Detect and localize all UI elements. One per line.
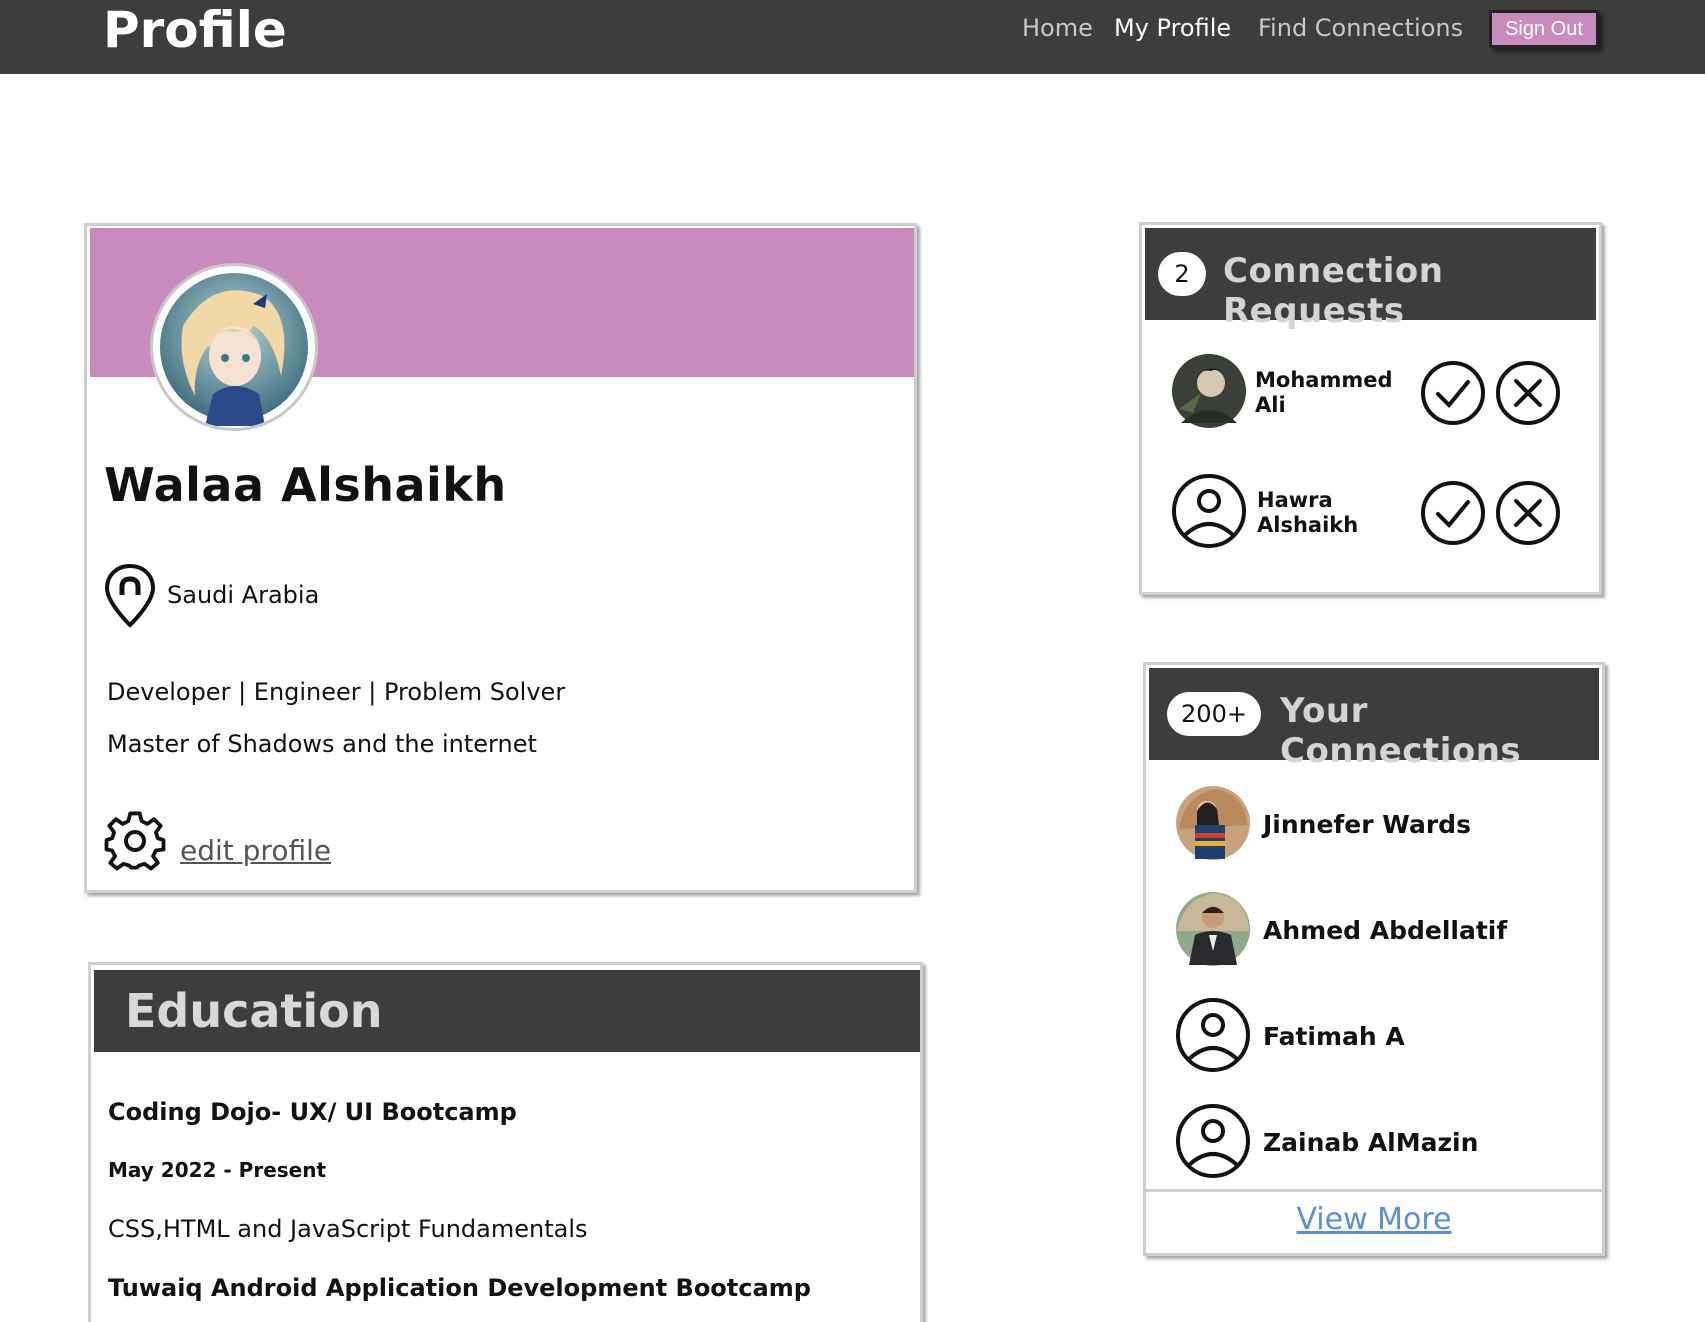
view-more-link[interactable]: View More bbox=[1146, 1202, 1602, 1237]
close-icon bbox=[1496, 361, 1560, 425]
profile-location: Saudi Arabia bbox=[167, 581, 320, 609]
top-navbar: Profile Home My Profile Find Connections… bbox=[0, 0, 1705, 74]
connection-name: Ahmed Abdellatif bbox=[1263, 916, 1508, 945]
user-placeholder-icon bbox=[1171, 473, 1247, 549]
connection-requests-header: 2 Connection Requests bbox=[1145, 228, 1596, 331]
education-school: Tuwaiq Android Application Development B… bbox=[108, 1274, 811, 1302]
check-icon bbox=[1421, 361, 1485, 425]
education-header: Education bbox=[94, 970, 920, 1052]
accept-request-button[interactable] bbox=[1420, 480, 1486, 546]
requester-name: Hawra Alshaikh bbox=[1257, 488, 1359, 537]
nav-find-connections-link[interactable]: Find Connections bbox=[1258, 13, 1463, 43]
check-icon bbox=[1421, 481, 1485, 545]
connection-count-badge: 200+ bbox=[1167, 692, 1261, 736]
close-icon bbox=[1496, 481, 1560, 545]
connection-name: Zainab AlMazin bbox=[1263, 1128, 1479, 1157]
accept-request-button[interactable] bbox=[1420, 360, 1486, 426]
request-count-badge: 2 bbox=[1158, 252, 1206, 296]
profile-bio-line-1: Developer | Engineer | Problem Solver bbox=[107, 678, 566, 706]
user-placeholder-icon bbox=[1175, 1103, 1251, 1179]
connection-name: Jinnefer Wards bbox=[1263, 810, 1471, 839]
view-more-footer: View More bbox=[1146, 1189, 1602, 1253]
your-connections-title: Your Connections bbox=[1280, 691, 1522, 771]
decline-request-button[interactable] bbox=[1495, 480, 1561, 546]
your-connections-card: 200+ Your Connections Jinnefer Wards Ahm… bbox=[1143, 662, 1605, 1256]
avatar bbox=[1171, 353, 1247, 429]
avatar bbox=[1175, 891, 1251, 967]
nav-home-link[interactable]: Home bbox=[1022, 13, 1093, 43]
location-pin-icon bbox=[104, 563, 156, 629]
profile-card: Walaa Alshaikh Saudi Arabia Developer | … bbox=[84, 223, 917, 893]
anime-avatar-image bbox=[160, 273, 308, 426]
page-title: Profile bbox=[103, 1, 287, 59]
gear-icon[interactable] bbox=[104, 810, 166, 872]
profile-avatar bbox=[150, 263, 318, 431]
avatar bbox=[1175, 785, 1251, 861]
connection-requests-card: 2 Connection Requests Mohammed Ali Hawra… bbox=[1139, 222, 1602, 595]
education-title: Education bbox=[125, 984, 383, 1038]
requester-name: Mohammed Ali bbox=[1255, 368, 1393, 417]
education-description: CSS,HTML and JavaScript Fundamentals bbox=[108, 1215, 588, 1243]
profile-name: Walaa Alshaikh bbox=[104, 458, 507, 512]
your-connections-header: 200+ Your Connections bbox=[1149, 668, 1599, 771]
connection-name: Fatimah A bbox=[1263, 1022, 1405, 1051]
decline-request-button[interactable] bbox=[1495, 360, 1561, 426]
nav-my-profile-link[interactable]: My Profile bbox=[1114, 13, 1231, 43]
education-dates: May 2022 - Present bbox=[108, 1158, 327, 1182]
sign-out-button[interactable]: Sign Out bbox=[1489, 10, 1599, 48]
edit-profile-link[interactable]: edit profile bbox=[180, 834, 331, 867]
education-card: Education Coding Dojo- UX/ UI Bootcamp M… bbox=[88, 962, 923, 1322]
connection-requests-title: Connection Requests bbox=[1223, 251, 1444, 331]
user-placeholder-icon bbox=[1175, 997, 1251, 1073]
profile-bio-line-2: Master of Shadows and the internet bbox=[107, 730, 537, 758]
education-school: Coding Dojo- UX/ UI Bootcamp bbox=[108, 1098, 517, 1126]
